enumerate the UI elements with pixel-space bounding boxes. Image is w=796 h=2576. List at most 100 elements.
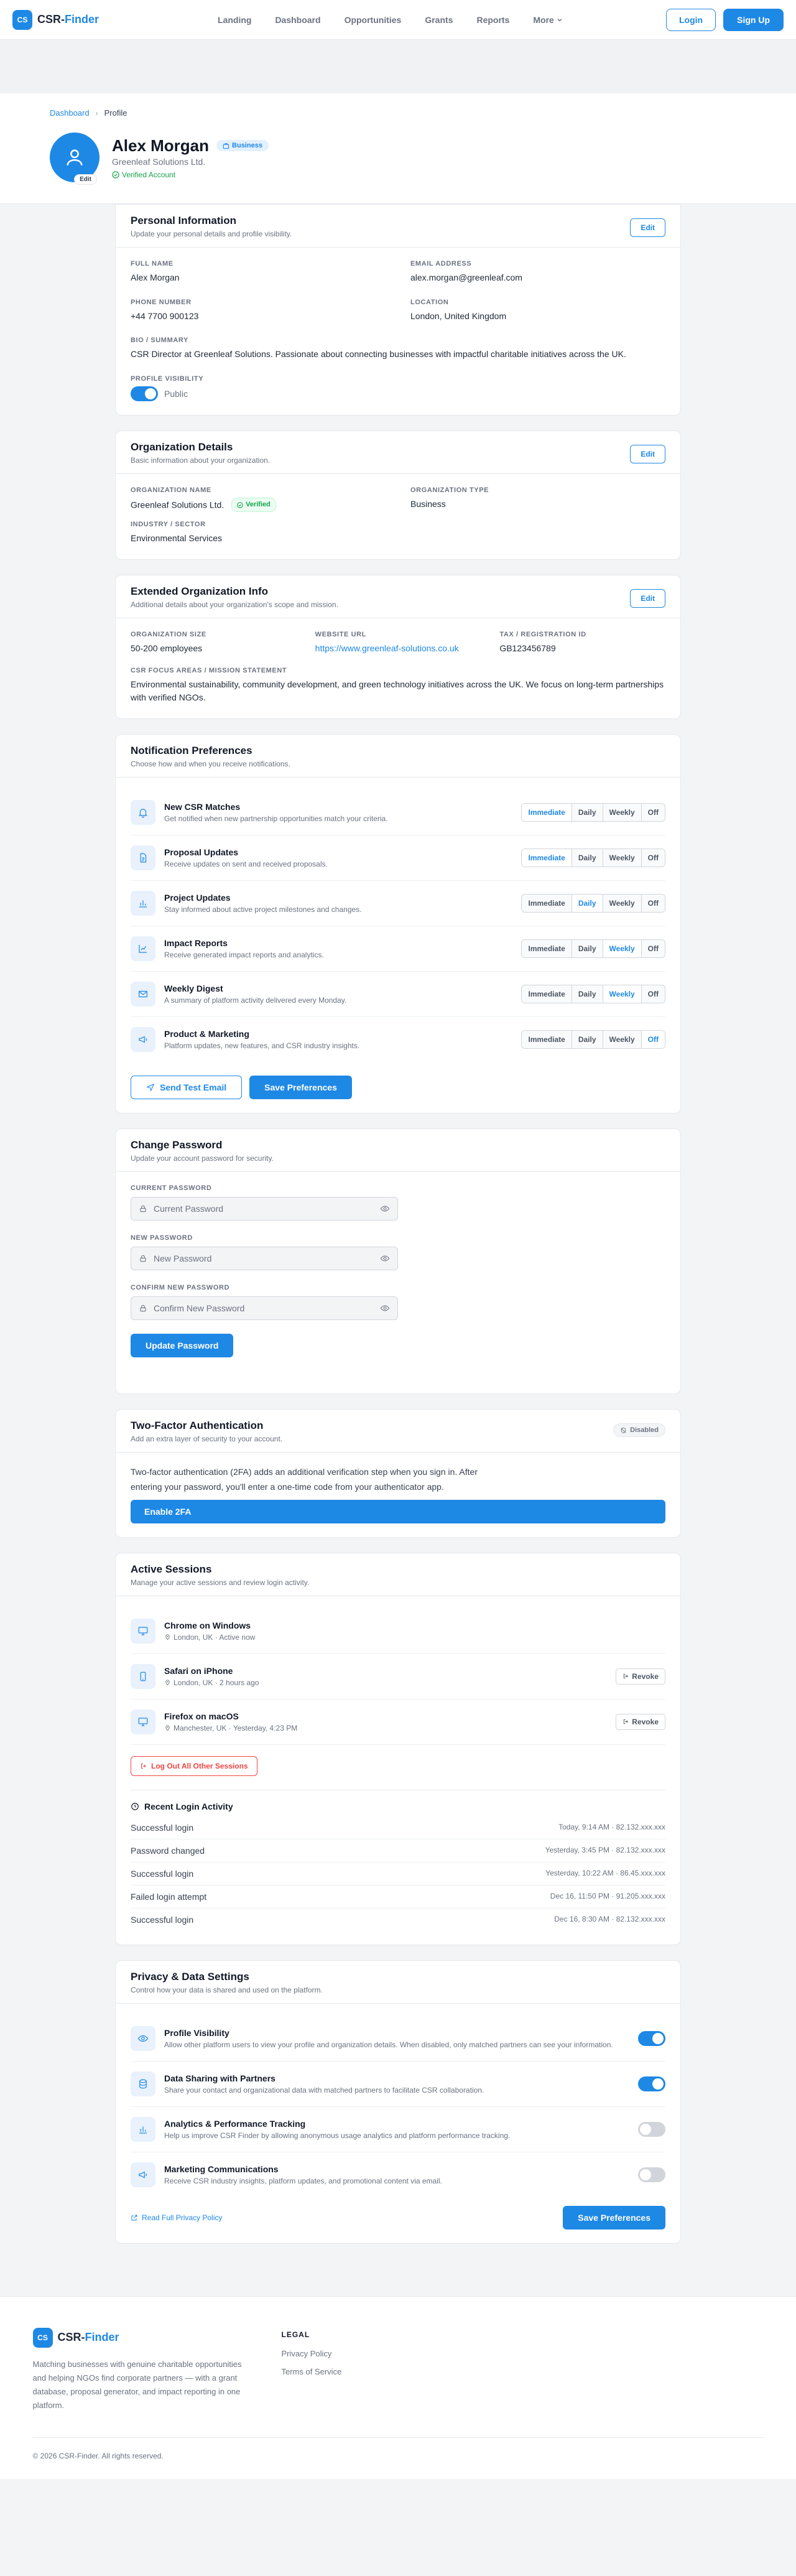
profile-visibility-toggle[interactable] [131,386,158,402]
two-factor-description: Two-factor authentication (2FA) adds an … [131,1467,478,1492]
breadcrumb-separator-icon: › [95,108,98,118]
frequency-option-weekly[interactable]: Weekly [603,1031,642,1049]
nav-actions: Login Sign Up [666,8,784,31]
frequency-option-weekly[interactable]: Weekly [603,940,642,958]
frequency-option-daily[interactable]: Daily [572,804,603,822]
frequency-option-daily[interactable]: Daily [572,985,603,1003]
privacy-policy-link[interactable]: Read Full Privacy Policy [131,2213,222,2222]
phone-label: Phone Number [131,298,192,306]
enable-2fa-button[interactable]: Enable 2FA [131,1499,665,1523]
org-verified-badge: Verified [231,498,276,513]
smartphone-icon [140,1672,146,1681]
send-test-email-button[interactable]: Send Test Email [131,1076,243,1100]
revoke-session-button[interactable]: Revoke [616,1713,665,1730]
footer-legal-column: LEGAL Privacy Policy Terms of Service [282,2328,342,2412]
send-test-email-label: Send Test Email [160,1082,227,1093]
organization-details-edit-button[interactable]: Edit [630,445,665,464]
two-factor-card: Two-Factor Authentication Add an extra l… [115,1409,681,1538]
frequency-option-weekly[interactable]: Weekly [603,849,642,867]
role-badge: Business [216,140,269,151]
footer-privacy-link[interactable]: Privacy Policy [282,2349,342,2358]
frequency-option-off[interactable]: Off [641,1031,665,1049]
revoke-session-label: Revoke [632,1672,659,1681]
privacy-toggle[interactable] [638,2030,665,2046]
nav-link-landing[interactable]: Landing [218,15,251,25]
notification-description: Platform updates, new features, and CSR … [164,1041,360,1051]
org-verified-label: Verified [246,501,271,509]
save-notification-preferences-button[interactable]: Save Preferences [249,1076,352,1100]
frequency-option-daily[interactable]: Daily [572,940,603,958]
privacy-toggle[interactable] [638,2121,665,2137]
eye-icon[interactable] [380,1303,390,1313]
avatar[interactable]: Edit [50,133,100,185]
frequency-selector: Immediate Daily Weekly Off [521,849,665,868]
notification-description: Receive updates on sent and received pro… [164,860,328,869]
new-password-input[interactable] [154,1253,374,1264]
extended-info-edit-button[interactable]: Edit [630,588,665,608]
confirm-password-input[interactable] [154,1303,374,1314]
frequency-option-immediate[interactable]: Immediate [522,1031,572,1049]
nav-link-dashboard[interactable]: Dashboard [275,15,320,25]
session-device: Safari on iPhone [164,1665,233,1676]
lock-icon [140,1255,146,1262]
frequency-option-daily[interactable]: Daily [572,1031,603,1049]
update-password-button[interactable]: Update Password [131,1334,234,1358]
session-row: Firefox on macOS Manchester, UK · Yester… [131,1700,665,1745]
frequency-option-off[interactable]: Off [641,940,665,958]
eye-icon[interactable] [380,1204,390,1214]
privacy-toggle[interactable] [638,2076,665,2091]
frequency-option-off[interactable]: Off [641,804,665,822]
save-privacy-preferences-button[interactable]: Save Preferences [563,2205,665,2230]
megaphone-icon [139,1036,147,1043]
session-row: Chrome on Windows London, UK · Active no… [131,1609,665,1654]
footer-brand-logo[interactable]: CS CSR-Finder [32,2327,244,2348]
frequency-option-off[interactable]: Off [641,895,665,913]
logout-icon [624,1719,629,1724]
two-factor-subtitle: Add an extra layer of security to your a… [131,1434,283,1444]
frequency-option-immediate[interactable]: Immediate [522,985,572,1003]
frequency-option-immediate[interactable]: Immediate [522,804,572,822]
website-link[interactable]: https://www.greenleaf-solutions.co.uk [315,642,481,656]
org-name-value: Greenleaf Solutions Ltd. [131,500,224,510]
privacy-settings-card: Privacy & Data Settings Control how your… [115,1960,681,2244]
eye-icon[interactable] [380,1253,390,1263]
bell-icon [138,809,148,818]
nav-link-more[interactable]: More [533,15,562,25]
brand-logo[interactable]: CS CSR-Finder [12,9,99,30]
notification-description: Stay informed about active project miles… [164,905,362,914]
current-password-input[interactable] [154,1204,374,1214]
signup-button[interactable]: Sign Up [723,8,784,31]
frequency-option-weekly[interactable]: Weekly [603,985,642,1003]
frequency-option-immediate[interactable]: Immediate [522,895,572,913]
notification-description: Receive generated impact reports and ana… [164,951,324,960]
new-password-group: New Password [131,1234,665,1271]
nav-link-opportunities[interactable]: Opportunities [345,15,402,25]
frequency-option-daily[interactable]: Daily [572,849,603,867]
revoke-session-button[interactable]: Revoke [616,1668,665,1685]
logout-all-sessions-button[interactable]: Log Out All Other Sessions [131,1755,257,1776]
nav-link-reports[interactable]: Reports [476,15,509,25]
activity-row: Successful login Yesterday, 10:22 AM · 86… [131,1862,665,1886]
personal-info-edit-button[interactable]: Edit [630,218,665,237]
industry-value: Environmental Services [131,533,223,544]
notification-preferences-header: Notification Preferences Choose how and … [116,735,680,778]
avatar-edit-button[interactable]: Edit [74,174,97,185]
organization-details-card: Organization Details Basic information a… [115,430,681,560]
frequency-option-immediate[interactable]: Immediate [522,849,572,867]
notification-icon-box [131,891,155,916]
privacy-toggle[interactable] [638,2167,665,2182]
chevron-down-icon [557,18,562,22]
login-button[interactable]: Login [666,8,716,31]
session-row: Safari on iPhone London, UK · 2 hours ag… [131,1654,665,1700]
frequency-option-daily[interactable]: Daily [572,895,603,913]
frequency-option-weekly[interactable]: Weekly [603,804,642,822]
footer-terms-link[interactable]: Terms of Service [282,2367,342,2376]
frequency-option-off[interactable]: Off [641,849,665,867]
current-password-label: Current Password [131,1184,212,1193]
frequency-option-off[interactable]: Off [641,985,665,1003]
frequency-option-immediate[interactable]: Immediate [522,940,572,958]
location-value: London, United Kingdom [410,310,507,321]
breadcrumb-dashboard[interactable]: Dashboard [50,108,90,118]
nav-link-grants[interactable]: Grants [425,15,453,25]
frequency-option-weekly[interactable]: Weekly [603,895,642,913]
